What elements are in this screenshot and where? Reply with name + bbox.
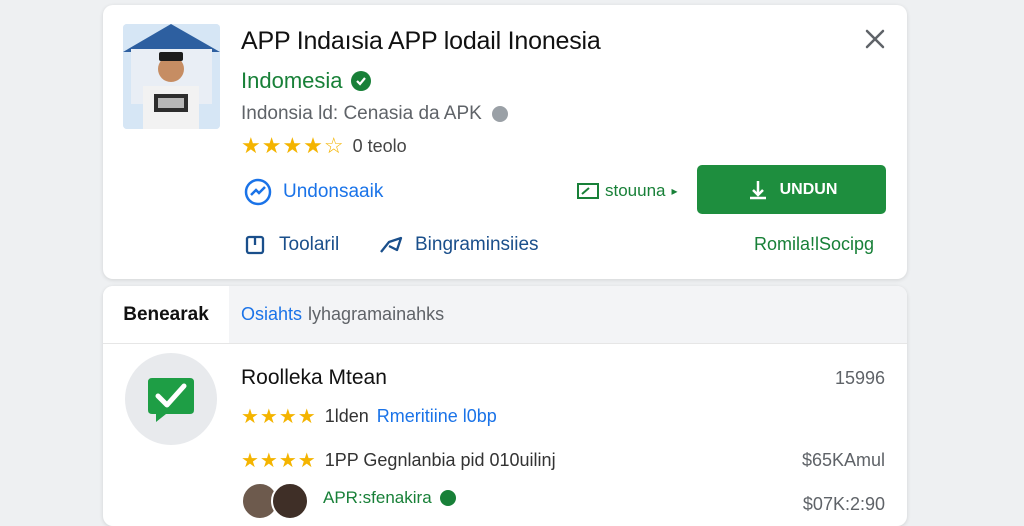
list-item-price-1: $65KAmul: [801, 450, 885, 470]
verified-icon: [350, 71, 371, 91]
list-item-line-2: ★★★★ 1PP Gegnlanbia pid 010uilinj: [241, 448, 556, 473]
list-item-line-2-text: 1PP Gegnlanbia pid 010uilinj: [324, 450, 556, 470]
share-icon: [245, 235, 265, 255]
secondary-link-2[interactable]: Bingraminsiies: [377, 232, 539, 258]
arrow-icon: [380, 236, 403, 253]
list-item-line-1-text: 1lden: [324, 406, 369, 426]
window-icon: [577, 183, 599, 199]
tab-inactive[interactable]: Osiahts lyhagramainahks: [229, 286, 907, 343]
tab-inactive-accent[interactable]: Osiahts: [241, 304, 302, 325]
secondary-link-2-label[interactable]: Bingraminsiies: [415, 234, 539, 256]
list-item-number: 15996: [834, 368, 885, 388]
list-item-line-1: ★★★★ 1lden Rmeritiine l0bp: [241, 404, 497, 429]
tab-inactive-label[interactable]: lyhagramainahks: [308, 304, 444, 325]
star-rating: ★★★★☆: [241, 133, 345, 158]
close-icon[interactable]: [861, 25, 889, 53]
app-thumbnail: [123, 24, 220, 129]
developer-name[interactable]: Indomesia: [241, 68, 343, 94]
secondary-link-1-label[interactable]: Toolaril: [279, 234, 339, 256]
list-app-icon[interactable]: [125, 353, 217, 445]
download-button-label[interactable]: UNDUN: [780, 181, 838, 199]
list-item-line-1-link[interactable]: Rmeritiine l0bp: [377, 406, 497, 427]
list-item-developer-name[interactable]: APR:sfenakira: [323, 488, 432, 508]
report-link[interactable]: Romila!lSocipg: [754, 234, 874, 255]
list-item-title[interactable]: Roolleka Mtean: [241, 366, 387, 390]
star-rating: ★★★★: [241, 406, 317, 428]
primary-link-label[interactable]: Undonsaaik: [283, 181, 383, 203]
status-link[interactable]: stouuna ▸: [577, 181, 678, 201]
status-link-label[interactable]: stouuna: [605, 181, 666, 201]
rating-count: 0 teolo: [352, 135, 407, 156]
list-item-developer[interactable]: APR:sfenakira: [323, 488, 456, 508]
app-list-card: Benearak Osiahts lyhagramainahks Roollek…: [103, 286, 907, 526]
tab-active-label[interactable]: Benearak: [123, 304, 209, 326]
app-title: APP Indaısia APP lodail Inonesia: [241, 27, 601, 55]
primary-link[interactable]: Undonsaaik: [243, 177, 383, 207]
app-meta-text: Indonsia ld: Cenasia da APK: [241, 103, 482, 124]
app-detail-card: APP Indaısia APP lodail Inonesia Indomes…: [103, 5, 907, 279]
download-icon: [749, 180, 766, 199]
download-button[interactable]: UNDUN: [697, 165, 886, 214]
avatar: [271, 482, 309, 520]
rating-row: ★★★★☆ 0 teolo: [241, 133, 407, 159]
tab-active[interactable]: Benearak: [103, 286, 229, 343]
avatar-group: [241, 482, 309, 520]
star-rating: ★★★★: [241, 450, 317, 472]
verified-icon: [439, 490, 456, 506]
developer-row[interactable]: Indomesia: [241, 68, 371, 94]
arrow-icon: ▸: [671, 184, 678, 198]
tab-bar: Benearak Osiahts lyhagramainahks: [103, 286, 907, 344]
secondary-link-1[interactable]: Toolaril: [243, 232, 339, 258]
check-icon: [148, 378, 194, 422]
info-icon[interactable]: [491, 106, 508, 122]
app-meta-row: Indonsia ld: Cenasia da APK: [241, 103, 508, 125]
chart-icon: [244, 178, 272, 206]
